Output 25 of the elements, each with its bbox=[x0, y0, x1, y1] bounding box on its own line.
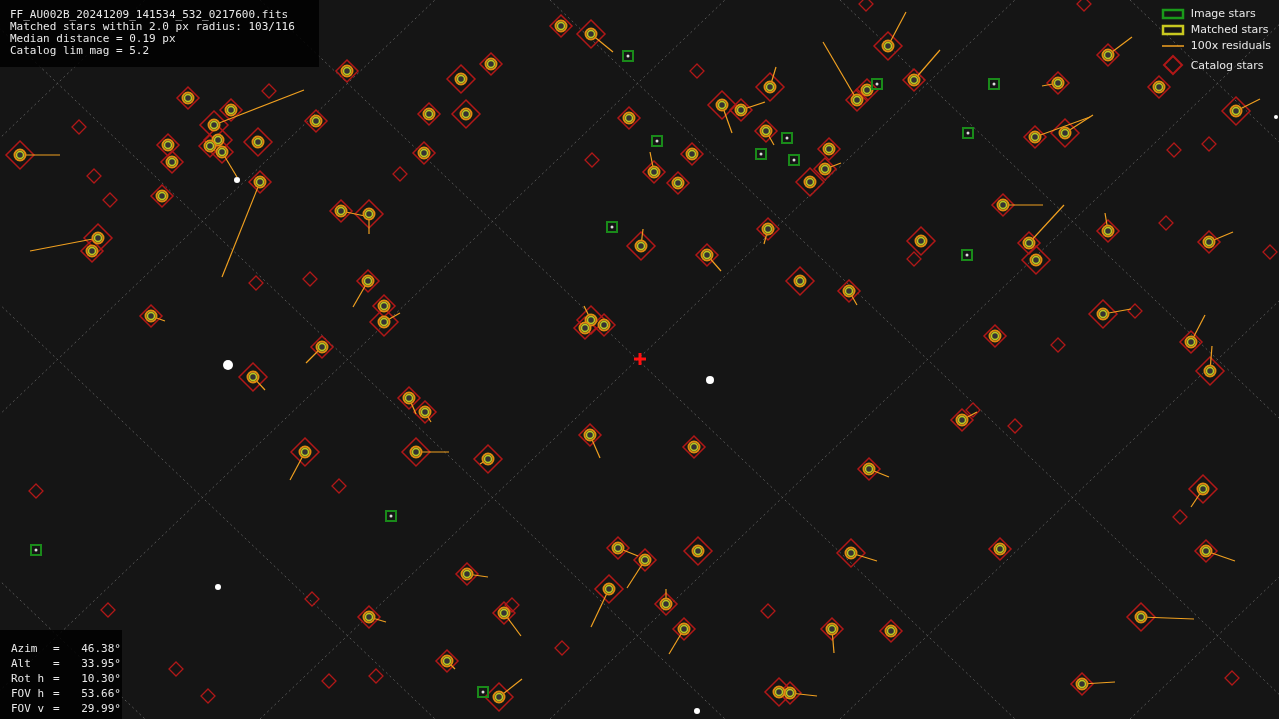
image-star-swatch-icon bbox=[1159, 7, 1186, 20]
parameter-value: 53.66° bbox=[80, 686, 121, 701]
legend-label: 100x residuals bbox=[1190, 38, 1271, 53]
matched-star-swatch-icon bbox=[1159, 23, 1186, 36]
info-line: Median distance = 0.19 px bbox=[10, 33, 177, 45]
info-line: FF_AU002B_20241209_141534_532_0217600.fits bbox=[10, 9, 290, 21]
parameter-value: 46.38° bbox=[80, 641, 121, 656]
equals-sign: = bbox=[53, 671, 61, 686]
parameter-value: 33.95° bbox=[80, 656, 121, 671]
parameter-label: Azim bbox=[11, 641, 39, 656]
parameter-value: 10.30° bbox=[80, 671, 121, 686]
legend-label: Matched stars bbox=[1190, 22, 1269, 37]
parameter-value: 29.99° bbox=[80, 701, 121, 716]
parameter-label: Alt bbox=[11, 656, 32, 671]
equals-sign: = bbox=[53, 656, 61, 671]
parameter-label: FOV h bbox=[11, 686, 46, 701]
info-line: Catalog lim mag = 5.2 bbox=[10, 45, 151, 57]
equals-sign: = bbox=[53, 686, 61, 701]
info-line: Matched stars within 2.0 px radius: 103/116 bbox=[10, 21, 296, 33]
legend-label: Catalog stars bbox=[1190, 57, 1264, 73]
parameter-label: Rot h bbox=[11, 671, 46, 686]
equals-sign: = bbox=[53, 641, 61, 656]
parameter-label: FOV v bbox=[11, 701, 46, 716]
legend-label: Image stars bbox=[1190, 6, 1256, 21]
equals-sign: = bbox=[53, 701, 61, 716]
